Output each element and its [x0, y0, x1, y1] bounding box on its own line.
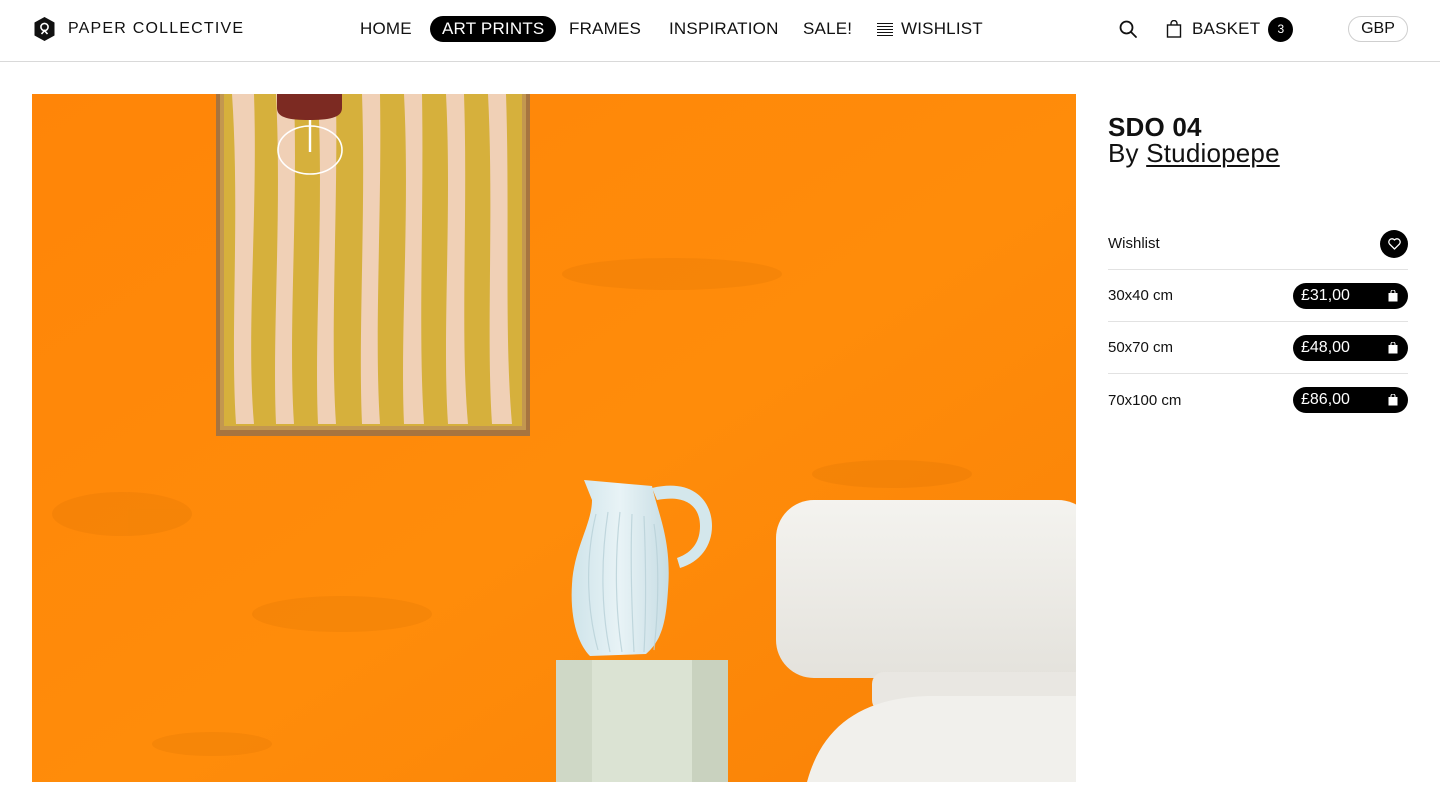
- shopping-bag-icon: [1166, 20, 1182, 38]
- size-label: 70x100 cm: [1108, 391, 1182, 409]
- price-label: £48,00: [1301, 338, 1350, 356]
- product-options: Wishlist 30x40 cm £31,00 50x70 cm £48,00: [1108, 218, 1408, 426]
- nav-frames[interactable]: FRAMES: [569, 16, 641, 42]
- by-prefix: By: [1108, 138, 1139, 168]
- bag-icon: [1388, 394, 1398, 406]
- currency-selector[interactable]: GBP: [1348, 16, 1408, 42]
- wishlist-label: Wishlist: [1108, 235, 1160, 252]
- heart-icon: [1387, 237, 1401, 250]
- basket-label: BASKET: [1192, 19, 1261, 38]
- size-row-70x100: 70x100 cm £86,00: [1108, 374, 1408, 426]
- nav-wishlist-label: WISHLIST: [901, 19, 983, 38]
- nav-inspiration[interactable]: INSPIRATION: [669, 16, 779, 42]
- product-photo-illustration: [32, 94, 1076, 782]
- search-icon[interactable]: [1118, 19, 1138, 39]
- product-artist-line: By Studiopepe: [1108, 140, 1408, 166]
- size-row-50x70: 50x70 cm £48,00: [1108, 322, 1408, 374]
- nav-home[interactable]: HOME: [360, 16, 412, 42]
- size-row-30x40: 30x40 cm £31,00: [1108, 270, 1408, 322]
- price-label: £31,00: [1301, 286, 1350, 304]
- add-to-basket-50x70-button[interactable]: £48,00: [1293, 334, 1408, 361]
- add-to-basket-70x100-button[interactable]: £86,00: [1293, 387, 1408, 413]
- wishlist-row: Wishlist: [1108, 218, 1408, 270]
- artist-link[interactable]: Studiopepe: [1146, 138, 1280, 168]
- nav-sale[interactable]: SALE!: [803, 16, 852, 42]
- nav-wishlist[interactable]: WISHLIST: [877, 16, 983, 42]
- add-to-basket-30x40-button[interactable]: £31,00: [1293, 282, 1408, 309]
- product-title: SDO 04: [1108, 112, 1202, 142]
- list-icon: [877, 23, 893, 36]
- size-label: 30x40 cm: [1108, 287, 1174, 304]
- basket-count-badge: 3: [1268, 16, 1294, 42]
- nav-art-prints[interactable]: ART PRINTS: [430, 16, 557, 42]
- product-info: SDO 04 By Studiopepe: [1108, 114, 1408, 166]
- add-to-wishlist-button[interactable]: [1380, 229, 1408, 258]
- product-image[interactable]: [32, 94, 1076, 782]
- price-label: £86,00: [1301, 391, 1350, 408]
- bag-icon: [1388, 289, 1398, 301]
- site-header: PAPER COLLECTIVE HOME ART PRINTS FRAMES …: [0, 0, 1440, 62]
- size-label: 50x70 cm: [1108, 339, 1174, 356]
- bag-icon: [1388, 341, 1398, 353]
- basket-button[interactable]: BASKET 3: [1166, 16, 1294, 42]
